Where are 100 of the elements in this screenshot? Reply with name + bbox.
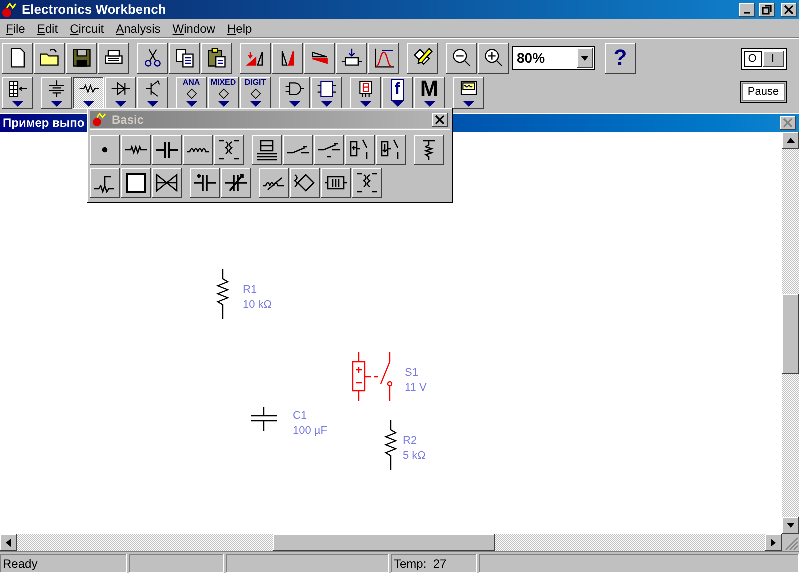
copy-button[interactable]	[169, 42, 200, 74]
close-icon	[435, 114, 445, 124]
parts-bin-button[interactable]: f	[382, 76, 413, 108]
component-value: 11 V	[405, 381, 427, 396]
parts-bin-button[interactable]: ANA	[176, 76, 207, 108]
window-title: Electronics Workbench	[22, 0, 166, 19]
dropdown-arrow-icon	[218, 100, 230, 106]
parts-bin-button[interactable]: M	[414, 76, 445, 108]
palette-button[interactable]	[183, 135, 213, 165]
minimize-icon	[744, 12, 750, 14]
power-switch[interactable]: O I	[740, 48, 786, 70]
menu-item[interactable]: File	[0, 20, 32, 36]
description-button[interactable]	[407, 42, 438, 74]
right-arrow-icon	[771, 538, 776, 546]
parts-bin-button[interactable]: DIGIT	[240, 76, 271, 108]
print-button[interactable]	[98, 42, 129, 74]
palette-button[interactable]	[152, 135, 182, 165]
dropdown-arrow-icon	[424, 100, 436, 106]
dropdown-arrow-icon	[320, 100, 332, 106]
analog-switch-icon	[155, 171, 179, 195]
zoom-out-button[interactable]	[446, 42, 477, 74]
status-message: Ready	[0, 554, 127, 573]
junction-icon	[102, 147, 108, 153]
menu-item[interactable]: Circuit	[64, 20, 110, 36]
dropdown-arrow-icon	[82, 100, 94, 106]
palette-button[interactable]	[345, 135, 375, 165]
dropdown-arrow-icon	[146, 100, 158, 106]
flip-vertical-button[interactable]	[304, 42, 335, 74]
scrollbar-thumb[interactable]	[273, 534, 495, 551]
palette-button[interactable]	[414, 135, 444, 165]
palette-button[interactable]	[90, 168, 120, 198]
cut-button[interactable]	[137, 42, 168, 74]
palette-button[interactable]	[190, 168, 220, 198]
caret-icon	[581, 56, 589, 60]
palette-button[interactable]	[352, 168, 382, 198]
minimize-button[interactable]	[739, 2, 755, 16]
scrollbar-thumb[interactable]	[782, 294, 799, 374]
clipboard-icon	[206, 47, 228, 69]
dropdown-arrow-icon	[250, 100, 262, 106]
pages-icon	[174, 47, 196, 69]
restore-button[interactable]	[759, 2, 775, 16]
pause-button[interactable]: Pause	[740, 81, 787, 103]
help-button[interactable]: ?	[605, 42, 636, 74]
palette-button[interactable]	[314, 135, 344, 165]
flip-horizontal-button[interactable]	[272, 42, 303, 74]
palette-button[interactable]	[259, 168, 289, 198]
folder-icon	[38, 47, 60, 69]
palette-button[interactable]	[90, 135, 120, 165]
palette-button[interactable]	[376, 135, 406, 165]
menu-item[interactable]: Help	[221, 20, 258, 36]
up-arrow-icon	[786, 138, 794, 143]
dropdown-arrow-icon	[360, 100, 372, 106]
graph-button[interactable]	[368, 42, 399, 74]
horizontal-scrollbar[interactable]	[0, 534, 782, 551]
close-icon	[783, 4, 795, 16]
zoom-dropdown[interactable]: 80%	[512, 46, 595, 70]
palette-button[interactable]	[290, 168, 320, 198]
palette-button[interactable]	[252, 135, 282, 165]
parts-bin-button[interactable]: MIXED	[208, 76, 239, 108]
close-button[interactable]	[780, 116, 796, 130]
rotate-button[interactable]	[240, 42, 271, 74]
dropdown-arrow-icon	[462, 100, 474, 106]
palette-button[interactable]	[214, 135, 244, 165]
subcircuit-icon	[340, 47, 362, 69]
component-name: S1	[405, 366, 420, 381]
circuit-window-title: Пример выпо	[3, 115, 85, 132]
subcircuit-button[interactable]	[336, 42, 367, 74]
close-button[interactable]	[781, 2, 797, 16]
inductor-icon	[186, 148, 210, 152]
paste-button[interactable]	[201, 42, 232, 74]
component-name: R1	[243, 283, 258, 298]
palette-button[interactable]	[121, 168, 151, 198]
menu-item[interactable]: Window	[166, 20, 222, 36]
switch-icon	[286, 146, 310, 154]
circuit-canvas[interactable]: R1 10 kΩ S1 11 V C1 100 µF R2 5 kΩ	[0, 132, 782, 534]
dropdown-arrow-icon	[114, 100, 126, 106]
palette-button[interactable]	[221, 168, 251, 198]
open-button[interactable]	[34, 42, 65, 74]
new-file-button[interactable]	[2, 42, 33, 74]
save-button[interactable]	[66, 42, 97, 74]
close-button[interactable]	[432, 112, 448, 126]
vertical-scrollbar[interactable]	[782, 132, 799, 534]
palette-button[interactable]	[152, 168, 182, 198]
dropdown-arrow-icon	[288, 100, 300, 106]
left-arrow-icon	[6, 538, 11, 546]
app-logo-icon	[92, 112, 108, 127]
palette-title: Basic	[112, 112, 146, 128]
transformer-icon	[355, 171, 379, 195]
dropdown-arrow-icon	[392, 100, 404, 106]
palette-button[interactable]	[121, 135, 151, 165]
palette-button[interactable]	[283, 135, 313, 165]
close-icon	[783, 118, 793, 128]
menu-item[interactable]: Analysis	[110, 20, 167, 36]
transformer-icon	[217, 138, 241, 162]
menu-item[interactable]: Edit	[31, 20, 64, 36]
down-arrow-icon	[786, 523, 794, 528]
palette-button[interactable]	[321, 168, 351, 198]
parts-bin-button[interactable]	[73, 76, 104, 108]
dropdown-arrow-icon	[12, 100, 24, 106]
zoom-in-button[interactable]	[478, 42, 509, 74]
